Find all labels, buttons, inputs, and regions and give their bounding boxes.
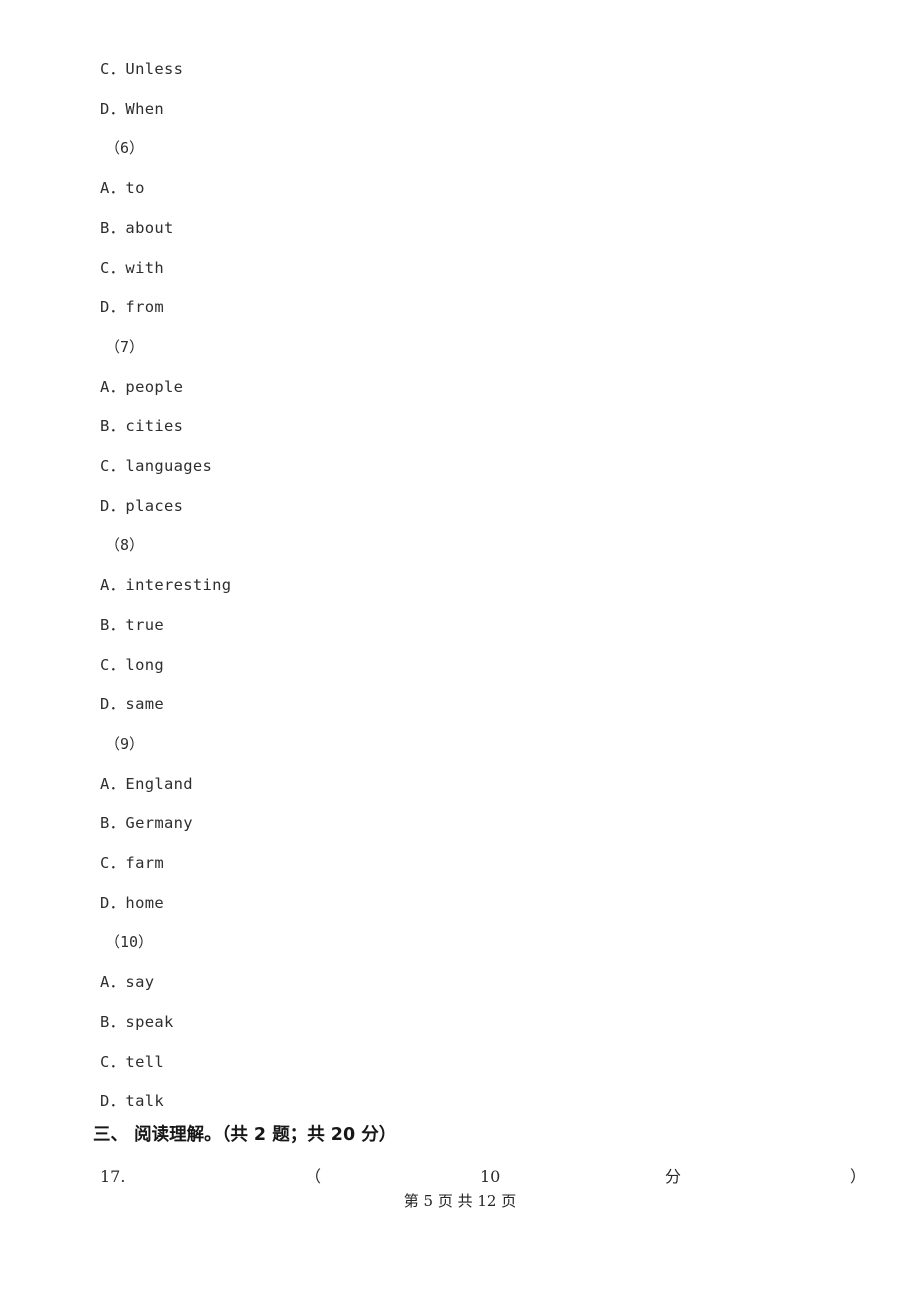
question-number-line: （9） (105, 734, 145, 753)
answer-option-line: A．say (100, 973, 155, 992)
answer-option-line: C．languages (100, 457, 213, 475)
answer-option-line: A．interesting (100, 576, 232, 595)
answer-option-line: A．England (100, 774, 193, 793)
section-heading-reading-comprehension: 三、 阅读理解。（共 2 题；共 20 分） (93, 1125, 397, 1145)
question-number-line: （7） (105, 337, 145, 356)
answer-option-line: C．tell (100, 1052, 164, 1071)
answer-option-line: D．When (100, 99, 164, 118)
answer-option-line: B．speak (100, 1012, 174, 1031)
answer-option-line: D．from (100, 298, 164, 317)
document-page: C．Unless D．When （6） A．to B．about C．with D．from… (0, 0, 920, 1302)
question-number-line: （10） (105, 933, 154, 952)
score-value: 10 (480, 1167, 501, 1186)
answer-option-line: D．talk (100, 1092, 164, 1111)
question-17-row: 17. （ 10 分 ） (100, 1165, 866, 1189)
answer-option-line: B．cities (100, 417, 184, 436)
score-paren-open: （ (305, 1167, 322, 1186)
score-paren-close: ） (850, 1167, 867, 1186)
answer-option-line: A．to (100, 179, 145, 198)
answer-option-line: C．Unless (100, 60, 184, 78)
answer-option-line: C．with (100, 258, 164, 277)
question-number-line: （8） (105, 536, 145, 555)
score-unit: 分 (665, 1167, 682, 1186)
answer-option-line: C．long (100, 655, 164, 674)
answer-option-line: D．places (100, 496, 184, 515)
answer-option-line: B．true (100, 615, 164, 634)
answer-option-line: A．people (100, 377, 184, 396)
answer-option-line: B．about (100, 218, 174, 237)
page-footer: 第 5 页 共 12 页 (403, 1192, 517, 1210)
question-number-line: （6） (105, 139, 145, 158)
question-number: 17. (100, 1167, 126, 1186)
answer-option-line: B．Germany (100, 814, 193, 833)
answer-option-line: D．home (100, 893, 164, 912)
answer-option-line: D．same (100, 695, 164, 714)
answer-option-line: C．farm (100, 854, 164, 872)
